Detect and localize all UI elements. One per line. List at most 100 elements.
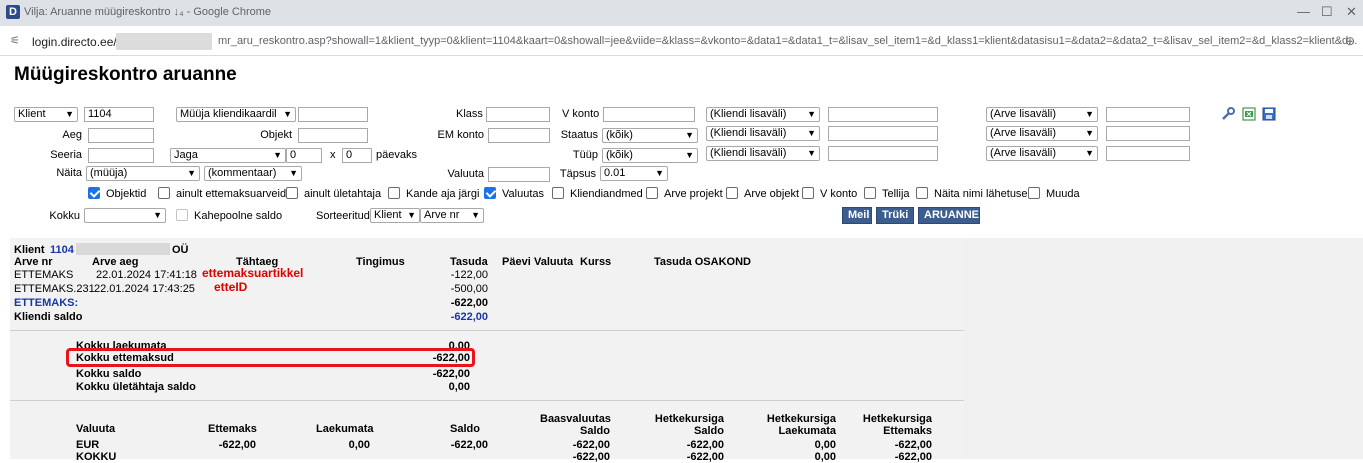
url-host[interactable]: login.directo.ee/ [32, 35, 117, 49]
tellija-checkbox[interactable] [864, 187, 876, 199]
klient-input[interactable]: 1104 [84, 107, 154, 122]
report-separator-2 [10, 400, 964, 401]
cur-col-hk3-l2: Ettemaks [883, 425, 932, 437]
vkonto-label: V konto [562, 108, 600, 120]
meil-button[interactable]: Meil [842, 207, 872, 224]
x-input[interactable]: 0 [342, 148, 372, 163]
em-konto-input[interactable] [488, 128, 550, 143]
x-label: x [330, 149, 336, 161]
cur-col-hk1-l1: Hetkekursiga [654, 413, 724, 425]
kliendi-lisavali-select-3[interactable]: (Kliendi lisaväli) ▼ [706, 146, 820, 161]
kliendi-lisavali-input-2[interactable] [828, 126, 938, 141]
muuda-checkbox[interactable] [1028, 187, 1040, 199]
tryki-button[interactable]: Trüki [876, 207, 914, 224]
minimize-icon[interactable]: — [1297, 4, 1310, 19]
excel-icon[interactable] [1241, 106, 1257, 122]
cur-col-valuuta: Valuuta [76, 423, 116, 435]
wrench-icon[interactable] [1220, 106, 1236, 122]
seeria-input[interactable] [88, 148, 154, 163]
arve-lisavali-input-3[interactable] [1106, 146, 1190, 161]
klient-type-select[interactable]: Klient ▼ [14, 107, 78, 122]
myyja-select[interactable]: Müüja kliendikaardil ▼ [176, 107, 296, 122]
ettemaksuarveid-checkbox[interactable] [158, 187, 170, 199]
jaga-select[interactable]: Jaga ▼ [170, 148, 286, 163]
uletahtaja-checkbox[interactable] [286, 187, 298, 199]
client-id-link[interactable]: 1104 [50, 244, 74, 256]
kliendiandmed-checkbox[interactable] [552, 187, 564, 199]
kliendi-lisavali-input-1[interactable] [828, 107, 938, 122]
col-kurss: Kurss [580, 256, 612, 268]
kliendi-lisavali-select-2[interactable]: (Kliendi lisaväli) ▼ [706, 126, 820, 141]
objekt-input[interactable] [298, 128, 368, 143]
klass-input[interactable] [486, 107, 550, 122]
v-konto-checkbox[interactable] [802, 187, 814, 199]
tapsus-label: Täpsus [559, 168, 596, 180]
tyyp-select[interactable]: (kõik) ▼ [602, 148, 698, 163]
objektid-checkbox[interactable] [88, 187, 100, 199]
save-icon[interactable] [1261, 106, 1277, 122]
url-redacted [116, 33, 212, 50]
site-info-icon[interactable]: ⚟ [10, 34, 20, 47]
valuutas-checkbox[interactable] [484, 187, 496, 199]
col-tasuda-osakond: Tasuda OSAKOND [654, 256, 751, 268]
arve-projekt-checkbox[interactable] [646, 187, 658, 199]
arve-lisavali-select-1[interactable]: (Arve lisaväli) ▼ [986, 107, 1098, 122]
cur-row-eur-hk-ettemaks: -622,00 [894, 439, 932, 451]
address-bar[interactable]: ⚟ login.directo.ee/ mr_aru_reskontro.asp… [0, 26, 1363, 56]
page-title: Müügireskontro aruanne [14, 64, 237, 85]
cur-row-eur-baas: -622,00 [572, 439, 610, 451]
window-titlebar: D Vilja: Aruanne müügireskontro ↓₄ - Goo… [0, 0, 1363, 26]
cur-col-hk2-l2: Laekumata [778, 425, 836, 437]
aeg-input[interactable] [88, 128, 154, 143]
maximize-icon[interactable]: ☐ [1321, 4, 1333, 20]
kliendi-lisavali-select-1[interactable]: (Kliendi lisaväli) ▼ [706, 107, 820, 122]
arve-objekt-checkbox[interactable] [726, 187, 738, 199]
arve-lisavali-select-2[interactable]: (Arve lisaväli) ▼ [986, 126, 1098, 141]
tapsus-select[interactable]: 0.01 ▼ [600, 166, 668, 181]
kande-aja-jargi-label: Kande aja järgi [406, 188, 480, 200]
naita-nimi-checkbox[interactable] [916, 187, 928, 199]
myyja-input[interactable] [298, 107, 368, 122]
row-1-arve-nr[interactable]: ETTEMAKS [14, 269, 73, 281]
arve-lisavali-select-3[interactable]: (Arve lisaväli) ▼ [986, 146, 1098, 161]
kahepoolne-saldo-checkbox[interactable] [176, 209, 188, 221]
kokku-select[interactable]: ▼ [84, 208, 166, 223]
aruanne-button[interactable]: ARUANNE [918, 207, 980, 224]
muuda-label: Muuda [1046, 188, 1080, 200]
cur-row-kokku-hk-ettemaks: -622,00 [894, 451, 932, 463]
col-paevi: Päevi [502, 256, 531, 268]
url-path[interactable]: mr_aru_reskontro.asp?showall=1&klient_ty… [218, 35, 1357, 47]
cur-row-kokku-baas: -622,00 [572, 451, 610, 463]
kliendi-lisavali-input-3[interactable] [828, 146, 938, 161]
sort-select-1[interactable]: Klient ▼ [370, 208, 420, 223]
arve-lisavali-input-2[interactable] [1106, 126, 1190, 141]
v-konto-checkbox-label: V konto [820, 188, 858, 200]
cur-row-eur-saldo: -622,00 [450, 439, 488, 451]
valuutas-label: Valuutas [502, 188, 544, 200]
row-1-arve-aeg: 22.01.2024 17:41:18 [96, 269, 197, 281]
kande-aja-jargi-checkbox[interactable] [388, 187, 400, 199]
zoom-icon[interactable]: ⊕ [1345, 34, 1355, 48]
staatus-select[interactable]: (kõik) ▼ [602, 128, 698, 143]
sort-select-2[interactable]: Arve nr ▼ [420, 208, 484, 223]
row-1-tasuda: -122,00 [450, 269, 488, 281]
cur-row-eur-ettemaks: -622,00 [218, 439, 256, 451]
jaga-days-input[interactable]: 0 [286, 148, 322, 163]
naita-select[interactable]: (müüja) ▼ [86, 166, 200, 181]
valuuta-input[interactable] [488, 167, 550, 182]
row-1-annotation: ettemaksuartikkel [202, 266, 304, 280]
vkonto-input[interactable] [603, 107, 695, 122]
arve-objekt-label: Arve objekt [744, 188, 800, 200]
staatus-label: Staatus [560, 129, 598, 141]
kommentaar-select[interactable]: (kommentaar) ▼ [204, 166, 302, 181]
row-2-arve-nr[interactable]: ETTEMAKS.231 [14, 283, 95, 295]
aeg-label: Aeg [62, 129, 82, 141]
report-right-panel [964, 238, 1363, 459]
cur-row-eur-hk-laekumata: 0,00 [814, 439, 836, 451]
cur-col-baas-l2: Saldo [580, 425, 610, 437]
arve-lisavali-input-1[interactable] [1106, 107, 1190, 122]
close-icon[interactable]: ✕ [1346, 4, 1357, 20]
client-name-redacted [76, 243, 170, 255]
row-2-tasuda: -500,00 [450, 283, 488, 295]
directo-logo-icon: D [6, 5, 20, 19]
